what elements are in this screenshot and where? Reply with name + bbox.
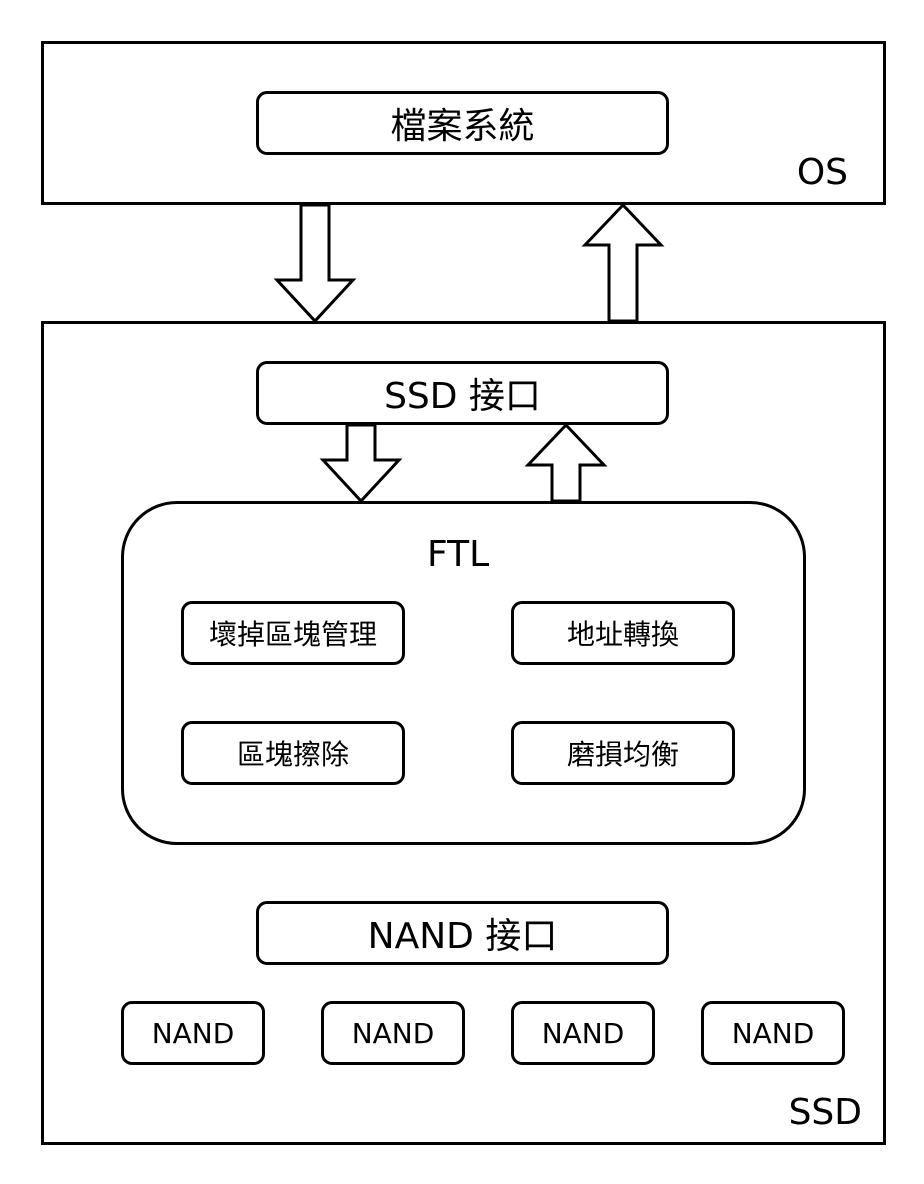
bad-block-management-box: 壞掉區塊管理 bbox=[181, 601, 405, 665]
nand-chip: NAND bbox=[321, 1001, 465, 1065]
nand-chip-label: NAND bbox=[351, 1016, 435, 1050]
wear-leveling-label: 磨損均衡 bbox=[566, 738, 679, 771]
block-erase-box: 區塊擦除 bbox=[181, 721, 405, 785]
file-system-label: 檔案系統 bbox=[390, 106, 535, 147]
ssd-interface-label: SSD 接口 bbox=[384, 376, 541, 417]
nand-chip-label: NAND bbox=[731, 1016, 815, 1050]
ssd-label: SSD bbox=[788, 1092, 862, 1133]
address-translation-box: 地址轉換 bbox=[511, 601, 735, 665]
ftl-title: FTL bbox=[427, 534, 490, 575]
bad-block-management-label: 壞掉區塊管理 bbox=[208, 618, 377, 651]
nand-chip: NAND bbox=[511, 1001, 655, 1065]
os-label: OS bbox=[796, 152, 848, 193]
nand-chip-label: NAND bbox=[541, 1016, 625, 1050]
wear-leveling-box: 磨損均衡 bbox=[511, 721, 735, 785]
nand-chip-label: NAND bbox=[151, 1016, 235, 1050]
arrow-down-icon bbox=[273, 203, 357, 324]
arrow-up-icon bbox=[581, 202, 665, 323]
nand-chip: NAND bbox=[701, 1001, 845, 1065]
ssd-interface-box: SSD 接口 bbox=[256, 361, 669, 425]
file-system-box: 檔案系統 bbox=[256, 91, 669, 155]
nand-chip: NAND bbox=[121, 1001, 265, 1065]
block-erase-label: 區塊擦除 bbox=[236, 738, 349, 771]
nand-interface-box: NAND 接口 bbox=[256, 901, 669, 965]
nand-interface-label: NAND 接口 bbox=[367, 916, 558, 957]
address-translation-label: 地址轉換 bbox=[566, 618, 679, 651]
